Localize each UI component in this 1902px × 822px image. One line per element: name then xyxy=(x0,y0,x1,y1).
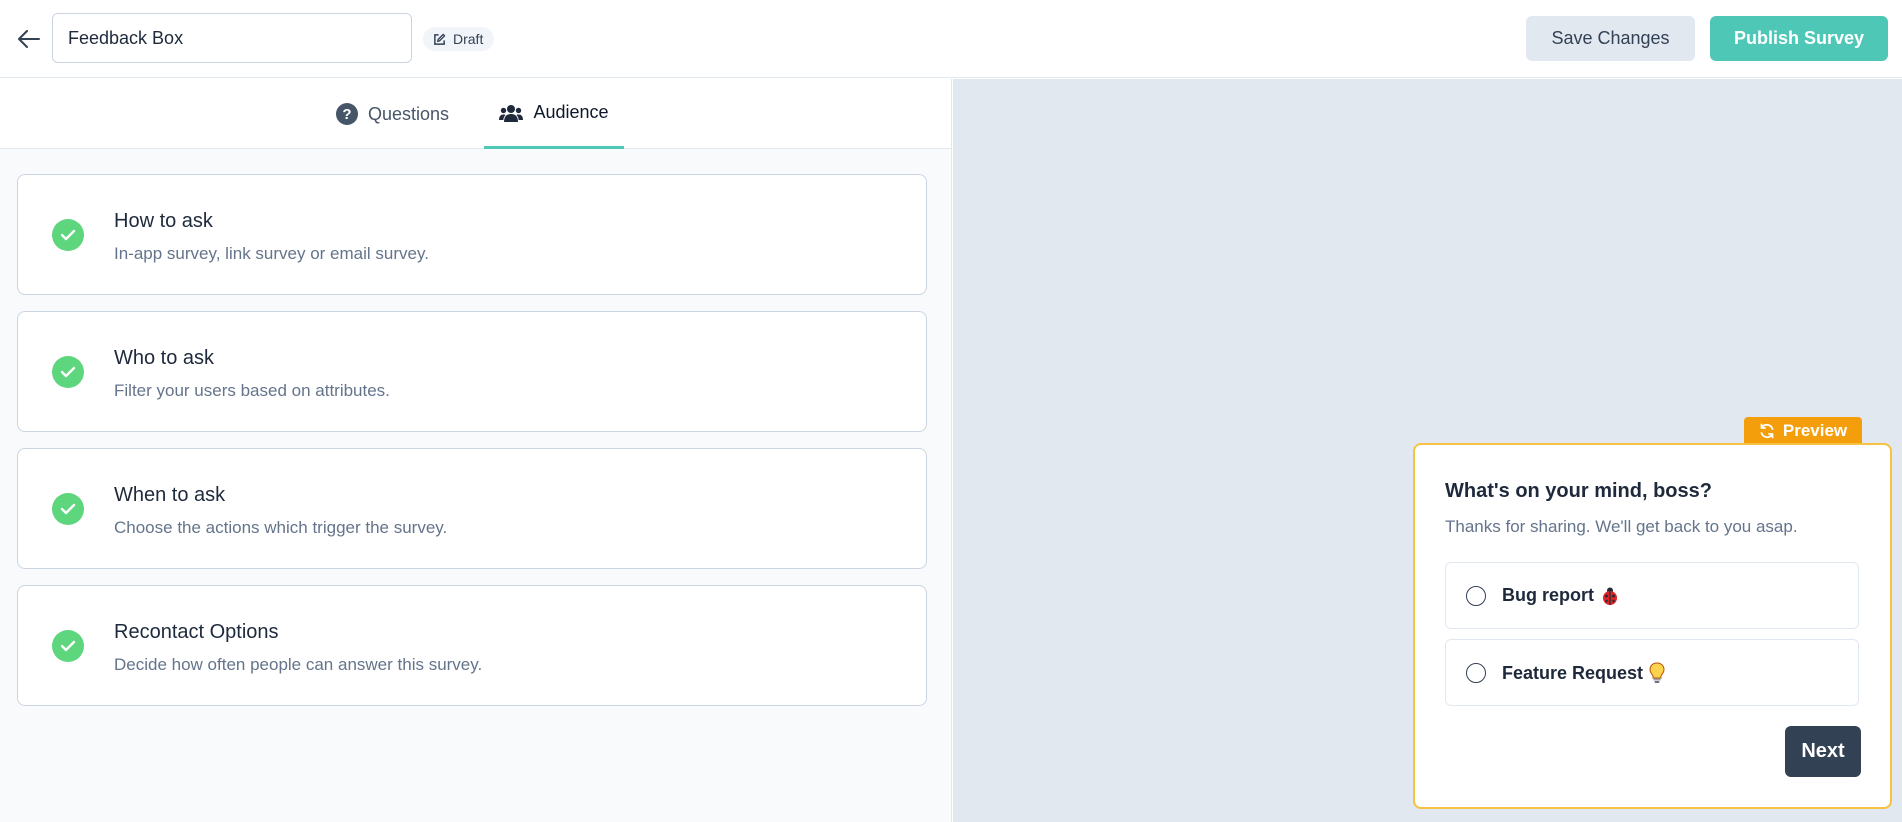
who-to-ask-card[interactable]: Who to ask Filter your users based on at… xyxy=(17,311,927,432)
tab-questions[interactable]: ? Questions xyxy=(336,79,449,149)
top-bar: Draft Save Changes Publish Survey xyxy=(0,0,1902,78)
refresh-icon xyxy=(1760,423,1774,438)
check-circle-icon xyxy=(52,493,84,525)
question-circle-icon: ? xyxy=(336,103,358,125)
lightbulb-icon xyxy=(1649,662,1665,683)
radio-button[interactable] xyxy=(1466,586,1486,606)
radio-button[interactable] xyxy=(1466,663,1486,683)
when-to-ask-card[interactable]: When to ask Choose the actions which tri… xyxy=(17,448,927,569)
how-to-ask-card[interactable]: How to ask In-app survey, link survey or… xyxy=(17,174,927,295)
check-circle-icon xyxy=(52,630,84,662)
next-button[interactable]: Next xyxy=(1785,726,1861,777)
option-label: Bug report xyxy=(1502,585,1620,606)
option-feature-request[interactable]: Feature Request xyxy=(1445,639,1859,706)
card-title: How to ask xyxy=(114,210,213,232)
survey-editor-panel: ? Questions Audience How to ask In-app s… xyxy=(0,79,952,822)
recontact-options-card[interactable]: Recontact Options Decide how often peopl… xyxy=(17,585,927,706)
preview-question-subheader: Thanks for sharing. We'll get back to yo… xyxy=(1445,517,1798,536)
tab-questions-label: Questions xyxy=(368,103,450,124)
card-description: Filter your users based on attributes. xyxy=(114,381,390,400)
card-title: When to ask xyxy=(114,484,226,506)
card-description: Choose the actions which trigger the sur… xyxy=(114,518,448,537)
ladybug-icon xyxy=(1603,587,1617,605)
tab-audience[interactable]: Audience xyxy=(484,79,624,149)
option-label: Feature Request xyxy=(1502,662,1665,684)
survey-name-input[interactable] xyxy=(52,13,412,63)
preview-tag-label: Preview xyxy=(1782,420,1848,440)
editor-tabs: ? Questions Audience xyxy=(0,79,951,149)
card-title: Recontact Options xyxy=(114,621,279,643)
option-text: Bug report xyxy=(1502,585,1594,605)
card-description: In-app survey, link survey or email surv… xyxy=(114,244,429,263)
check-circle-icon xyxy=(52,219,84,251)
tab-audience-label: Audience xyxy=(533,102,609,122)
status-badge: Draft xyxy=(423,27,495,51)
check-circle-icon xyxy=(52,356,84,388)
card-title: Who to ask xyxy=(114,347,215,369)
users-icon xyxy=(499,104,524,122)
publish-survey-button[interactable]: Publish Survey xyxy=(1710,16,1888,61)
save-changes-button[interactable]: Save Changes xyxy=(1526,16,1695,61)
pencil-square-icon xyxy=(434,33,446,45)
arrow-left-icon xyxy=(18,30,40,48)
option-text: Feature Request xyxy=(1502,662,1644,683)
option-bug-report[interactable]: Bug report xyxy=(1445,562,1859,629)
status-badge-label: Draft xyxy=(453,31,484,47)
preview-question-title: What's on your mind, boss? xyxy=(1445,480,1712,502)
survey-preview-card: What's on your mind, boss? Thanks for sh… xyxy=(1413,443,1892,809)
back-button[interactable] xyxy=(14,24,44,54)
preview-tag[interactable]: Preview xyxy=(1744,417,1862,444)
card-description: Decide how often people can answer this … xyxy=(114,655,483,674)
